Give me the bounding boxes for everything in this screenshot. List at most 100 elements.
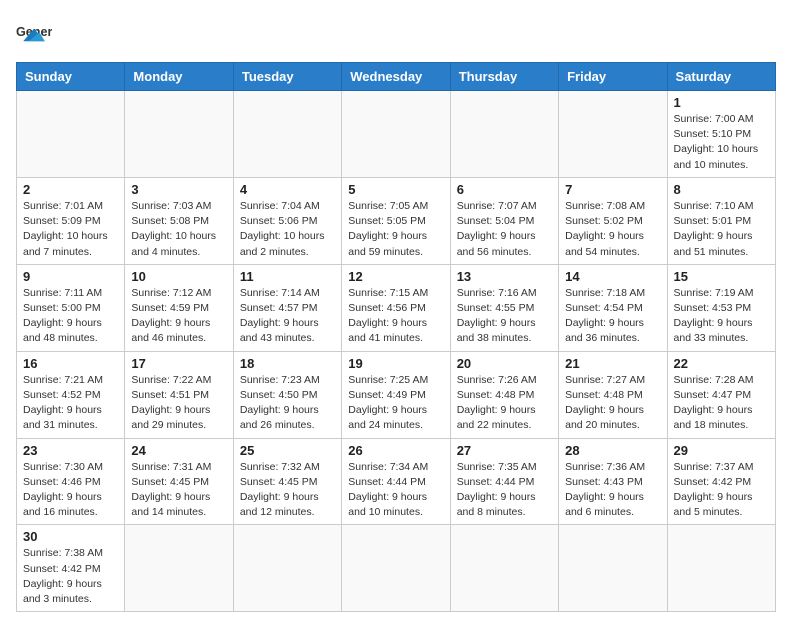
- weekday-header-friday: Friday: [559, 63, 667, 91]
- day-number: 13: [457, 269, 552, 284]
- day-number: 23: [23, 443, 118, 458]
- day-cell: 2 Sunrise: 7:01 AM Sunset: 5:09 PM Daylig…: [17, 177, 125, 264]
- day-cell: 28 Sunrise: 7:36 AM Sunset: 4:43 PM Dayli…: [559, 438, 667, 525]
- day-info: Sunrise: 7:25 AM Sunset: 4:49 PM Dayligh…: [348, 373, 443, 434]
- weekday-header-monday: Monday: [125, 63, 233, 91]
- day-info: Sunrise: 7:05 AM Sunset: 5:05 PM Dayligh…: [348, 199, 443, 260]
- day-number: 5: [348, 182, 443, 197]
- day-info: Sunrise: 7:03 AM Sunset: 5:08 PM Dayligh…: [131, 199, 226, 260]
- day-info: Sunrise: 7:22 AM Sunset: 4:51 PM Dayligh…: [131, 373, 226, 434]
- day-cell: 20 Sunrise: 7:26 AM Sunset: 4:48 PM Dayli…: [450, 351, 558, 438]
- day-number: 25: [240, 443, 335, 458]
- logo-icon: General: [16, 16, 52, 52]
- day-number: 16: [23, 356, 118, 371]
- day-cell: 29 Sunrise: 7:37 AM Sunset: 4:42 PM Dayli…: [667, 438, 775, 525]
- week-row-6: 30 Sunrise: 7:38 AM Sunset: 4:42 PM Dayli…: [17, 525, 776, 612]
- day-cell: 24 Sunrise: 7:31 AM Sunset: 4:45 PM Dayli…: [125, 438, 233, 525]
- day-number: 6: [457, 182, 552, 197]
- day-info: Sunrise: 7:07 AM Sunset: 5:04 PM Dayligh…: [457, 199, 552, 260]
- day-info: Sunrise: 7:26 AM Sunset: 4:48 PM Dayligh…: [457, 373, 552, 434]
- day-cell: [342, 91, 450, 178]
- day-info: Sunrise: 7:36 AM Sunset: 4:43 PM Dayligh…: [565, 460, 660, 521]
- week-row-4: 16 Sunrise: 7:21 AM Sunset: 4:52 PM Dayli…: [17, 351, 776, 438]
- day-cell: 10Sunrise: 7:12 AM Sunset: 4:59 PM Dayli…: [125, 264, 233, 351]
- day-cell: 11 Sunrise: 7:14 AM Sunset: 4:57 PM Dayli…: [233, 264, 341, 351]
- day-cell: 18 Sunrise: 7:23 AM Sunset: 4:50 PM Dayli…: [233, 351, 341, 438]
- day-cell: 25 Sunrise: 7:32 AM Sunset: 4:45 PM Dayli…: [233, 438, 341, 525]
- day-number: 17: [131, 356, 226, 371]
- day-number: 9: [23, 269, 118, 284]
- day-info: Sunrise: 7:21 AM Sunset: 4:52 PM Dayligh…: [23, 373, 118, 434]
- day-number: 10: [131, 269, 226, 284]
- day-info: Sunrise: 7:15 AM Sunset: 4:56 PM Dayligh…: [348, 286, 443, 347]
- day-cell: 30 Sunrise: 7:38 AM Sunset: 4:42 PM Dayli…: [17, 525, 125, 612]
- day-cell: [559, 525, 667, 612]
- day-number: 28: [565, 443, 660, 458]
- calendar-table: SundayMondayTuesdayWednesdayThursdayFrid…: [16, 62, 776, 612]
- week-row-2: 2 Sunrise: 7:01 AM Sunset: 5:09 PM Daylig…: [17, 177, 776, 264]
- day-info: Sunrise: 7:38 AM Sunset: 4:42 PM Dayligh…: [23, 546, 118, 607]
- day-number: 30: [23, 529, 118, 544]
- day-cell: 21Sunrise: 7:27 AM Sunset: 4:48 PM Dayli…: [559, 351, 667, 438]
- day-number: 8: [674, 182, 769, 197]
- day-info: Sunrise: 7:00 AM Sunset: 5:10 PM Dayligh…: [674, 112, 769, 173]
- day-number: 19: [348, 356, 443, 371]
- weekday-header-sunday: Sunday: [17, 63, 125, 91]
- weekday-header-tuesday: Tuesday: [233, 63, 341, 91]
- day-info: Sunrise: 7:30 AM Sunset: 4:46 PM Dayligh…: [23, 460, 118, 521]
- day-info: Sunrise: 7:31 AM Sunset: 4:45 PM Dayligh…: [131, 460, 226, 521]
- day-info: Sunrise: 7:08 AM Sunset: 5:02 PM Dayligh…: [565, 199, 660, 260]
- day-info: Sunrise: 7:01 AM Sunset: 5:09 PM Dayligh…: [23, 199, 118, 260]
- day-number: 2: [23, 182, 118, 197]
- day-cell: 7Sunrise: 7:08 AM Sunset: 5:02 PM Daylig…: [559, 177, 667, 264]
- day-number: 29: [674, 443, 769, 458]
- week-row-5: 23 Sunrise: 7:30 AM Sunset: 4:46 PM Dayli…: [17, 438, 776, 525]
- day-cell: 19 Sunrise: 7:25 AM Sunset: 4:49 PM Dayli…: [342, 351, 450, 438]
- day-cell: 3 Sunrise: 7:03 AM Sunset: 5:08 PM Daylig…: [125, 177, 233, 264]
- day-info: Sunrise: 7:14 AM Sunset: 4:57 PM Dayligh…: [240, 286, 335, 347]
- day-number: 11: [240, 269, 335, 284]
- day-cell: 16 Sunrise: 7:21 AM Sunset: 4:52 PM Dayli…: [17, 351, 125, 438]
- day-cell: [125, 525, 233, 612]
- day-info: Sunrise: 7:35 AM Sunset: 4:44 PM Dayligh…: [457, 460, 552, 521]
- day-cell: 1 Sunrise: 7:00 AM Sunset: 5:10 PM Daylig…: [667, 91, 775, 178]
- day-cell: 27Sunrise: 7:35 AM Sunset: 4:44 PM Dayli…: [450, 438, 558, 525]
- day-cell: [125, 91, 233, 178]
- day-info: Sunrise: 7:28 AM Sunset: 4:47 PM Dayligh…: [674, 373, 769, 434]
- day-number: 24: [131, 443, 226, 458]
- day-cell: 9 Sunrise: 7:11 AM Sunset: 5:00 PM Daylig…: [17, 264, 125, 351]
- weekday-header-wednesday: Wednesday: [342, 63, 450, 91]
- day-info: Sunrise: 7:32 AM Sunset: 4:45 PM Dayligh…: [240, 460, 335, 521]
- day-cell: 6 Sunrise: 7:07 AM Sunset: 5:04 PM Daylig…: [450, 177, 558, 264]
- day-number: 18: [240, 356, 335, 371]
- day-cell: 26 Sunrise: 7:34 AM Sunset: 4:44 PM Dayli…: [342, 438, 450, 525]
- day-cell: 15 Sunrise: 7:19 AM Sunset: 4:53 PM Dayli…: [667, 264, 775, 351]
- week-row-1: 1 Sunrise: 7:00 AM Sunset: 5:10 PM Daylig…: [17, 91, 776, 178]
- day-info: Sunrise: 7:04 AM Sunset: 5:06 PM Dayligh…: [240, 199, 335, 260]
- day-info: Sunrise: 7:27 AM Sunset: 4:48 PM Dayligh…: [565, 373, 660, 434]
- day-number: 1: [674, 95, 769, 110]
- day-number: 15: [674, 269, 769, 284]
- day-cell: 4 Sunrise: 7:04 AM Sunset: 5:06 PM Daylig…: [233, 177, 341, 264]
- day-cell: [233, 525, 341, 612]
- day-cell: [450, 91, 558, 178]
- day-info: Sunrise: 7:37 AM Sunset: 4:42 PM Dayligh…: [674, 460, 769, 521]
- day-info: Sunrise: 7:18 AM Sunset: 4:54 PM Dayligh…: [565, 286, 660, 347]
- day-cell: 5 Sunrise: 7:05 AM Sunset: 5:05 PM Daylig…: [342, 177, 450, 264]
- page-header: General: [16, 16, 776, 52]
- day-cell: 23 Sunrise: 7:30 AM Sunset: 4:46 PM Dayli…: [17, 438, 125, 525]
- day-cell: 13Sunrise: 7:16 AM Sunset: 4:55 PM Dayli…: [450, 264, 558, 351]
- day-number: 3: [131, 182, 226, 197]
- day-number: 26: [348, 443, 443, 458]
- day-info: Sunrise: 7:11 AM Sunset: 5:00 PM Dayligh…: [23, 286, 118, 347]
- day-number: 12: [348, 269, 443, 284]
- day-info: Sunrise: 7:34 AM Sunset: 4:44 PM Dayligh…: [348, 460, 443, 521]
- day-cell: 22Sunrise: 7:28 AM Sunset: 4:47 PM Dayli…: [667, 351, 775, 438]
- day-number: 4: [240, 182, 335, 197]
- day-info: Sunrise: 7:23 AM Sunset: 4:50 PM Dayligh…: [240, 373, 335, 434]
- week-row-3: 9 Sunrise: 7:11 AM Sunset: 5:00 PM Daylig…: [17, 264, 776, 351]
- day-info: Sunrise: 7:19 AM Sunset: 4:53 PM Dayligh…: [674, 286, 769, 347]
- day-number: 20: [457, 356, 552, 371]
- day-cell: [17, 91, 125, 178]
- day-cell: 8Sunrise: 7:10 AM Sunset: 5:01 PM Daylig…: [667, 177, 775, 264]
